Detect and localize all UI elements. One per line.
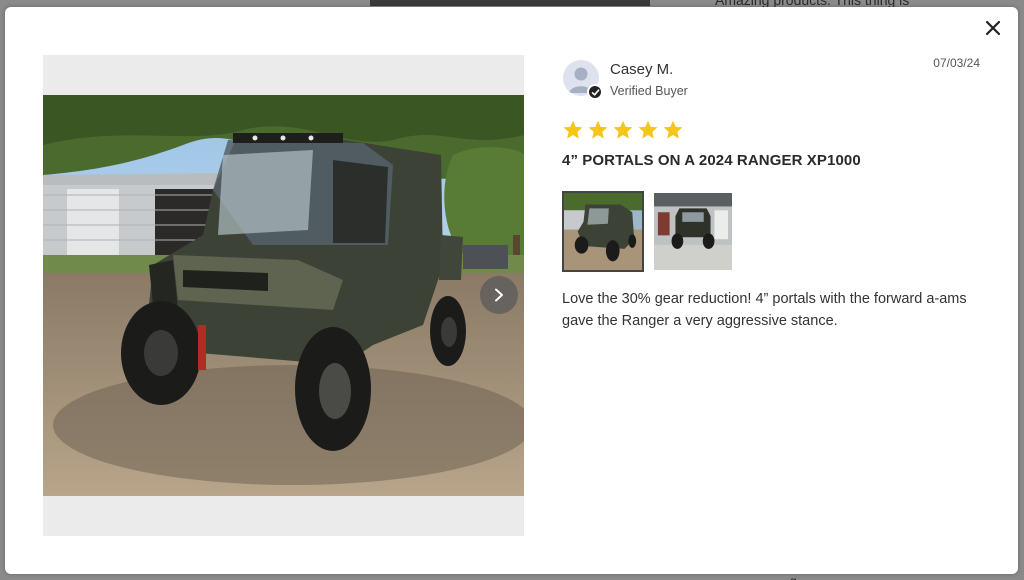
review-photo[interactable] bbox=[43, 95, 524, 496]
star-icon bbox=[588, 120, 608, 139]
reviewer-name: Casey M. bbox=[610, 61, 674, 78]
star-icon bbox=[638, 120, 658, 139]
reviewer-header: Casey M. Verified Buyer 07/03/24 bbox=[562, 55, 982, 105]
chevron-right-icon bbox=[495, 288, 503, 302]
star-icon bbox=[563, 120, 583, 139]
review-details: Casey M. Verified Buyer 07/03/24 4” PORT… bbox=[562, 55, 982, 329]
next-image-button[interactable] bbox=[480, 276, 518, 314]
star-icon bbox=[663, 120, 683, 139]
review-body: Love the 30% gear reduction! 4” portals … bbox=[562, 291, 967, 329]
media-viewer bbox=[43, 55, 524, 536]
thumbnail-1[interactable] bbox=[562, 191, 644, 272]
review-modal: Casey M. Verified Buyer 07/03/24 4” PORT… bbox=[5, 7, 1018, 574]
background-page-image bbox=[370, 0, 650, 6]
close-button[interactable] bbox=[982, 17, 1004, 39]
background-page-fragment: g bbox=[790, 574, 830, 580]
verified-badge-icon bbox=[587, 84, 603, 100]
star-icon bbox=[613, 120, 633, 139]
review-title: 4” PORTALS ON A 2024 RANGER XP1000 bbox=[562, 152, 861, 169]
star-rating bbox=[562, 119, 684, 141]
thumbnail-strip bbox=[562, 191, 734, 272]
review-date: 07/03/24 bbox=[933, 56, 980, 70]
verified-buyer-label: Verified Buyer bbox=[610, 84, 688, 98]
close-icon bbox=[985, 20, 1001, 36]
thumbnail-2[interactable] bbox=[652, 191, 734, 272]
